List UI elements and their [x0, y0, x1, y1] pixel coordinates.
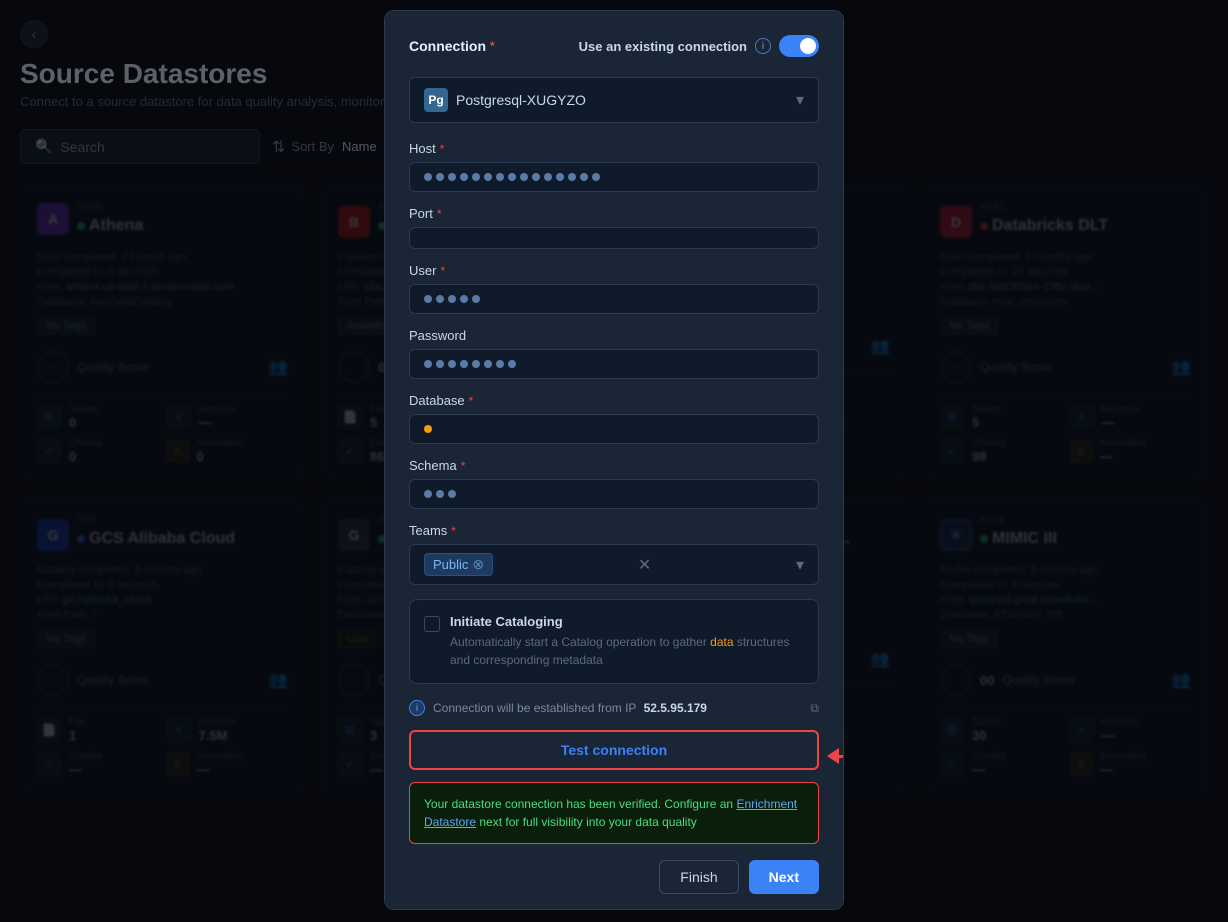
chevron-down-icon: ▾	[796, 90, 804, 110]
ip-info-icon: i	[409, 700, 425, 716]
connection-modal: Connection * Use an existing connection …	[384, 10, 844, 910]
schema-label: Schema *	[409, 458, 819, 473]
password-label: Password	[409, 328, 819, 343]
schema-required: *	[461, 459, 466, 473]
teams-group: Teams * Public ⊗ ✕ ▾	[409, 523, 819, 585]
required-asterisk: *	[490, 39, 495, 53]
initiate-checkbox-row: Initiate Cataloging Automatically start …	[424, 614, 804, 669]
port-input[interactable]	[409, 227, 819, 249]
teams-clear-icon[interactable]: ✕	[638, 555, 651, 575]
arrow-head	[827, 748, 839, 764]
host-input[interactable]	[409, 162, 819, 192]
ip-notice-text: Connection will be established from IP 5…	[433, 701, 707, 715]
team-tag: Public ⊗	[424, 553, 493, 576]
initiate-title: Initiate Cataloging	[450, 614, 804, 629]
schema-group: Schema *	[409, 458, 819, 509]
test-button-row: Test connection	[409, 730, 819, 782]
port-required: *	[437, 207, 442, 221]
ip-notice: i Connection will be established from IP…	[409, 700, 819, 716]
copy-icon[interactable]: ⧉	[810, 701, 819, 716]
host-label: Host *	[409, 141, 819, 156]
enrichment-link[interactable]: Enrichment Datastore	[424, 797, 797, 829]
highlight-data: data	[710, 635, 733, 649]
password-group: Password	[409, 328, 819, 379]
team-remove-icon[interactable]: ⊗	[472, 556, 484, 573]
database-group: Database *	[409, 393, 819, 444]
test-connection-button[interactable]: Test connection	[409, 730, 819, 770]
port-label: Port *	[409, 206, 819, 221]
schema-input[interactable]	[409, 479, 819, 509]
success-message: Your datastore connection has been verif…	[409, 782, 819, 844]
port-group: Port *	[409, 206, 819, 249]
host-group: Host *	[409, 141, 819, 192]
team-value: Public	[433, 557, 468, 572]
connection-name: Postgresql-XUGYZO	[456, 92, 788, 108]
use-existing-label: Use an existing connection	[579, 39, 747, 54]
info-icon[interactable]: i	[755, 38, 771, 54]
use-existing-toggle[interactable]	[779, 35, 819, 57]
ip-value: 52.5.95.179	[644, 701, 707, 715]
database-required: *	[469, 394, 474, 408]
password-input[interactable]	[409, 349, 819, 379]
database-label: Database *	[409, 393, 819, 408]
initiate-desc: Automatically start a Catalog operation …	[450, 633, 804, 669]
teams-dropdown-icon[interactable]: ▾	[796, 555, 804, 575]
modal-title: Connection *	[409, 38, 495, 54]
user-label: User *	[409, 263, 819, 278]
teams-input[interactable]: Public ⊗ ✕ ▾	[409, 544, 819, 585]
next-button[interactable]: Next	[749, 860, 819, 894]
user-input[interactable]	[409, 284, 819, 314]
host-required: *	[440, 142, 445, 156]
connection-dropdown[interactable]: Pg Postgresql-XUGYZO ▾	[409, 77, 819, 123]
initiate-checkbox[interactable]	[424, 616, 440, 632]
finish-button[interactable]: Finish	[659, 860, 738, 894]
initiate-cataloging-section: Initiate Cataloging Automatically start …	[409, 599, 819, 684]
modal-header: Connection * Use an existing connection …	[409, 35, 819, 57]
use-existing-section: Use an existing connection i	[579, 35, 819, 57]
modal-footer: Finish Next	[409, 860, 819, 894]
postgresql-icon: Pg	[424, 88, 448, 112]
modal-overlay: Connection * Use an existing connection …	[0, 0, 1228, 922]
red-arrow-annotation	[827, 748, 844, 764]
arrow-line	[839, 755, 844, 758]
user-group: User *	[409, 263, 819, 314]
teams-required: *	[451, 524, 456, 538]
teams-label: Teams *	[409, 523, 819, 538]
database-input[interactable]	[409, 414, 819, 444]
user-required: *	[440, 264, 445, 278]
success-text: Your datastore connection has been verif…	[424, 797, 797, 829]
